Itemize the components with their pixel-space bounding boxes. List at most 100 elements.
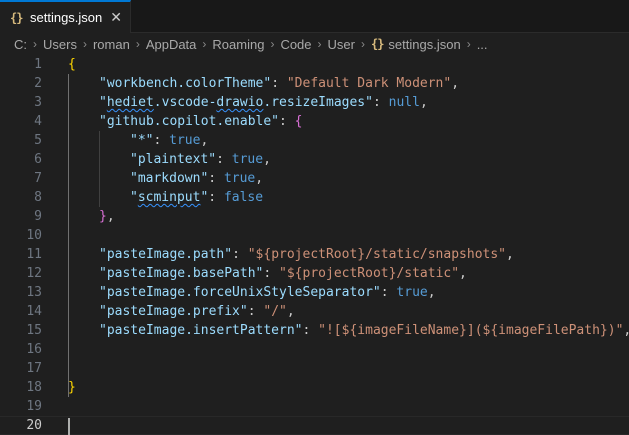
code-line[interactable]: 15 "pasteImage.insertPattern": "![${image… [0,321,629,340]
code-token: : [247,304,264,319]
code-token: , [200,133,209,148]
breadcrumb-item[interactable]: User [328,37,355,52]
code-token: : [153,133,170,148]
line-number: 12 [26,266,42,281]
code-token: "Default Dark Modern" [286,76,452,91]
code-line[interactable]: 17 [0,359,629,378]
text-cursor [68,418,70,435]
code-line[interactable]: 1{ [0,55,629,74]
code-token: "plaintext" [130,152,217,167]
code-content: "pasteImage.insertPattern": "![${imageFi… [99,321,629,340]
code-token: : [216,152,232,167]
line-number: 18 [26,380,42,395]
code-token: null [388,95,420,110]
line-number: 20 [26,418,42,433]
code-token: , [106,209,115,224]
code-line[interactable]: 12 "pasteImage.basePath": "${projectRoot}… [0,264,629,283]
line-number: 15 [26,323,42,338]
code-token: "pasteImage.insertPattern" [99,323,303,338]
code-token: { [68,57,76,72]
line-number: 16 [26,342,42,357]
code-token: "markdown" [130,171,209,186]
code-content: "pasteImage.forceUnixStyleSeparator": tr… [99,283,436,302]
code-line[interactable]: 18} [0,378,629,397]
chevron-right-icon: › [135,37,140,51]
code-token: "/" [263,304,287,319]
code-line[interactable]: 7 "markdown": true, [0,169,629,188]
code-line[interactable]: 6 "plaintext": true, [0,150,629,169]
code-token: vscode [161,95,209,110]
code-token: true [169,133,201,148]
close-icon[interactable]: ✕ [110,8,122,26]
code-token: } [99,209,107,224]
chevron-right-icon: › [202,37,207,51]
line-number: 11 [26,247,42,262]
code-token: scminput [137,190,201,205]
chevron-right-icon: › [466,37,471,51]
code-content: "pasteImage.path": "${projectRoot}/stati… [99,245,514,264]
code-line[interactable]: 3 "hediet.vscode-drawio.resizeImages": nu… [0,93,629,112]
code-content: "*": true, [130,131,208,150]
line-number: 19 [26,399,42,414]
tab-label: settings.json [30,10,103,25]
code-line[interactable]: 20 [0,416,629,435]
code-line[interactable]: 10 [0,226,629,245]
line-number: 9 [34,209,42,224]
code-token: "pasteImage.prefix" [99,304,248,319]
code-content: "markdown": true, [130,169,263,188]
code-line[interactable]: 4 "github.copilot.enable": { [0,112,629,131]
line-number: 6 [34,152,42,167]
line-number: 7 [34,171,42,186]
breadcrumb-item[interactable]: C: [14,37,27,52]
line-number: 8 [34,190,42,205]
code-token: "${projectRoot}/static/snapshots" [247,247,506,262]
line-number: 5 [34,133,42,148]
code-token: : [271,76,287,91]
breadcrumb-more[interactable]: ... [477,37,488,52]
code-line[interactable]: 9}, [0,207,629,226]
code-line[interactable]: 2 "workbench.colorTheme": "Default Dark M… [0,74,629,93]
code-line[interactable]: 13 "pasteImage.forceUnixStyleSeparator": … [0,283,629,302]
code-content: } [68,378,76,397]
line-number: 17 [26,361,42,376]
code-token: "pasteImage.path" [99,247,233,262]
breadcrumb-file[interactable]: settings.json [388,37,460,52]
code-content: "pasteImage.prefix": "/", [99,302,295,321]
breadcrumb-item[interactable]: AppData [146,37,197,52]
json-file-icon: {} [370,37,384,51]
indent-guide [68,74,69,397]
code-token: true [223,171,256,186]
line-number: 2 [34,76,42,91]
code-line[interactable]: 19 [0,397,629,416]
line-number: 13 [26,285,42,300]
code-content: { [68,55,76,74]
code-token: "pasteImage.basePath" [99,266,264,281]
code-token: true [231,152,264,167]
breadcrumb-item[interactable]: roman [93,37,130,52]
code-token: "pasteImage.forceUnixStyleSeparator" [99,285,381,300]
code-token: " [99,95,107,110]
breadcrumb-item[interactable]: Code [280,37,311,52]
chevron-right-icon: › [360,37,365,51]
code-token: , [427,285,436,300]
code-token: . [153,95,162,110]
code-editor[interactable]: 20 19 18} 17 16 15 "pasteImage.insertPattern":… [0,55,629,435]
code-token: , [255,171,264,186]
code-line[interactable]: 8 "scminput": false [0,188,629,207]
breadcrumb-item[interactable]: Users [43,37,77,52]
code-token: "github.copilot.enable" [99,114,280,129]
code-content: "pasteImage.basePath": "${projectRoot}/s… [99,264,467,283]
code-token: "${projectRoot}/static" [279,266,460,281]
breadcrumb-item[interactable]: Roaming [212,37,264,52]
code-content: "scminput": false [130,188,263,207]
code-line[interactable]: 5 "*": true, [0,131,629,150]
code-token: : [208,190,224,205]
code-line[interactable]: 16 [0,340,629,359]
code-line[interactable]: 14 "pasteImage.prefix": "/", [0,302,629,321]
code-token: , [451,76,460,91]
code-token: , [506,247,514,262]
code-line[interactable]: 11 "pasteImage.path": "${projectRoot}/sta… [0,245,629,264]
line-number: 10 [26,228,42,243]
breadcrumb: C: › Users › roman › AppData › Roaming › Code › User… [0,33,629,55]
tab-settings-json[interactable]: {} settings.json ✕ [0,0,131,33]
